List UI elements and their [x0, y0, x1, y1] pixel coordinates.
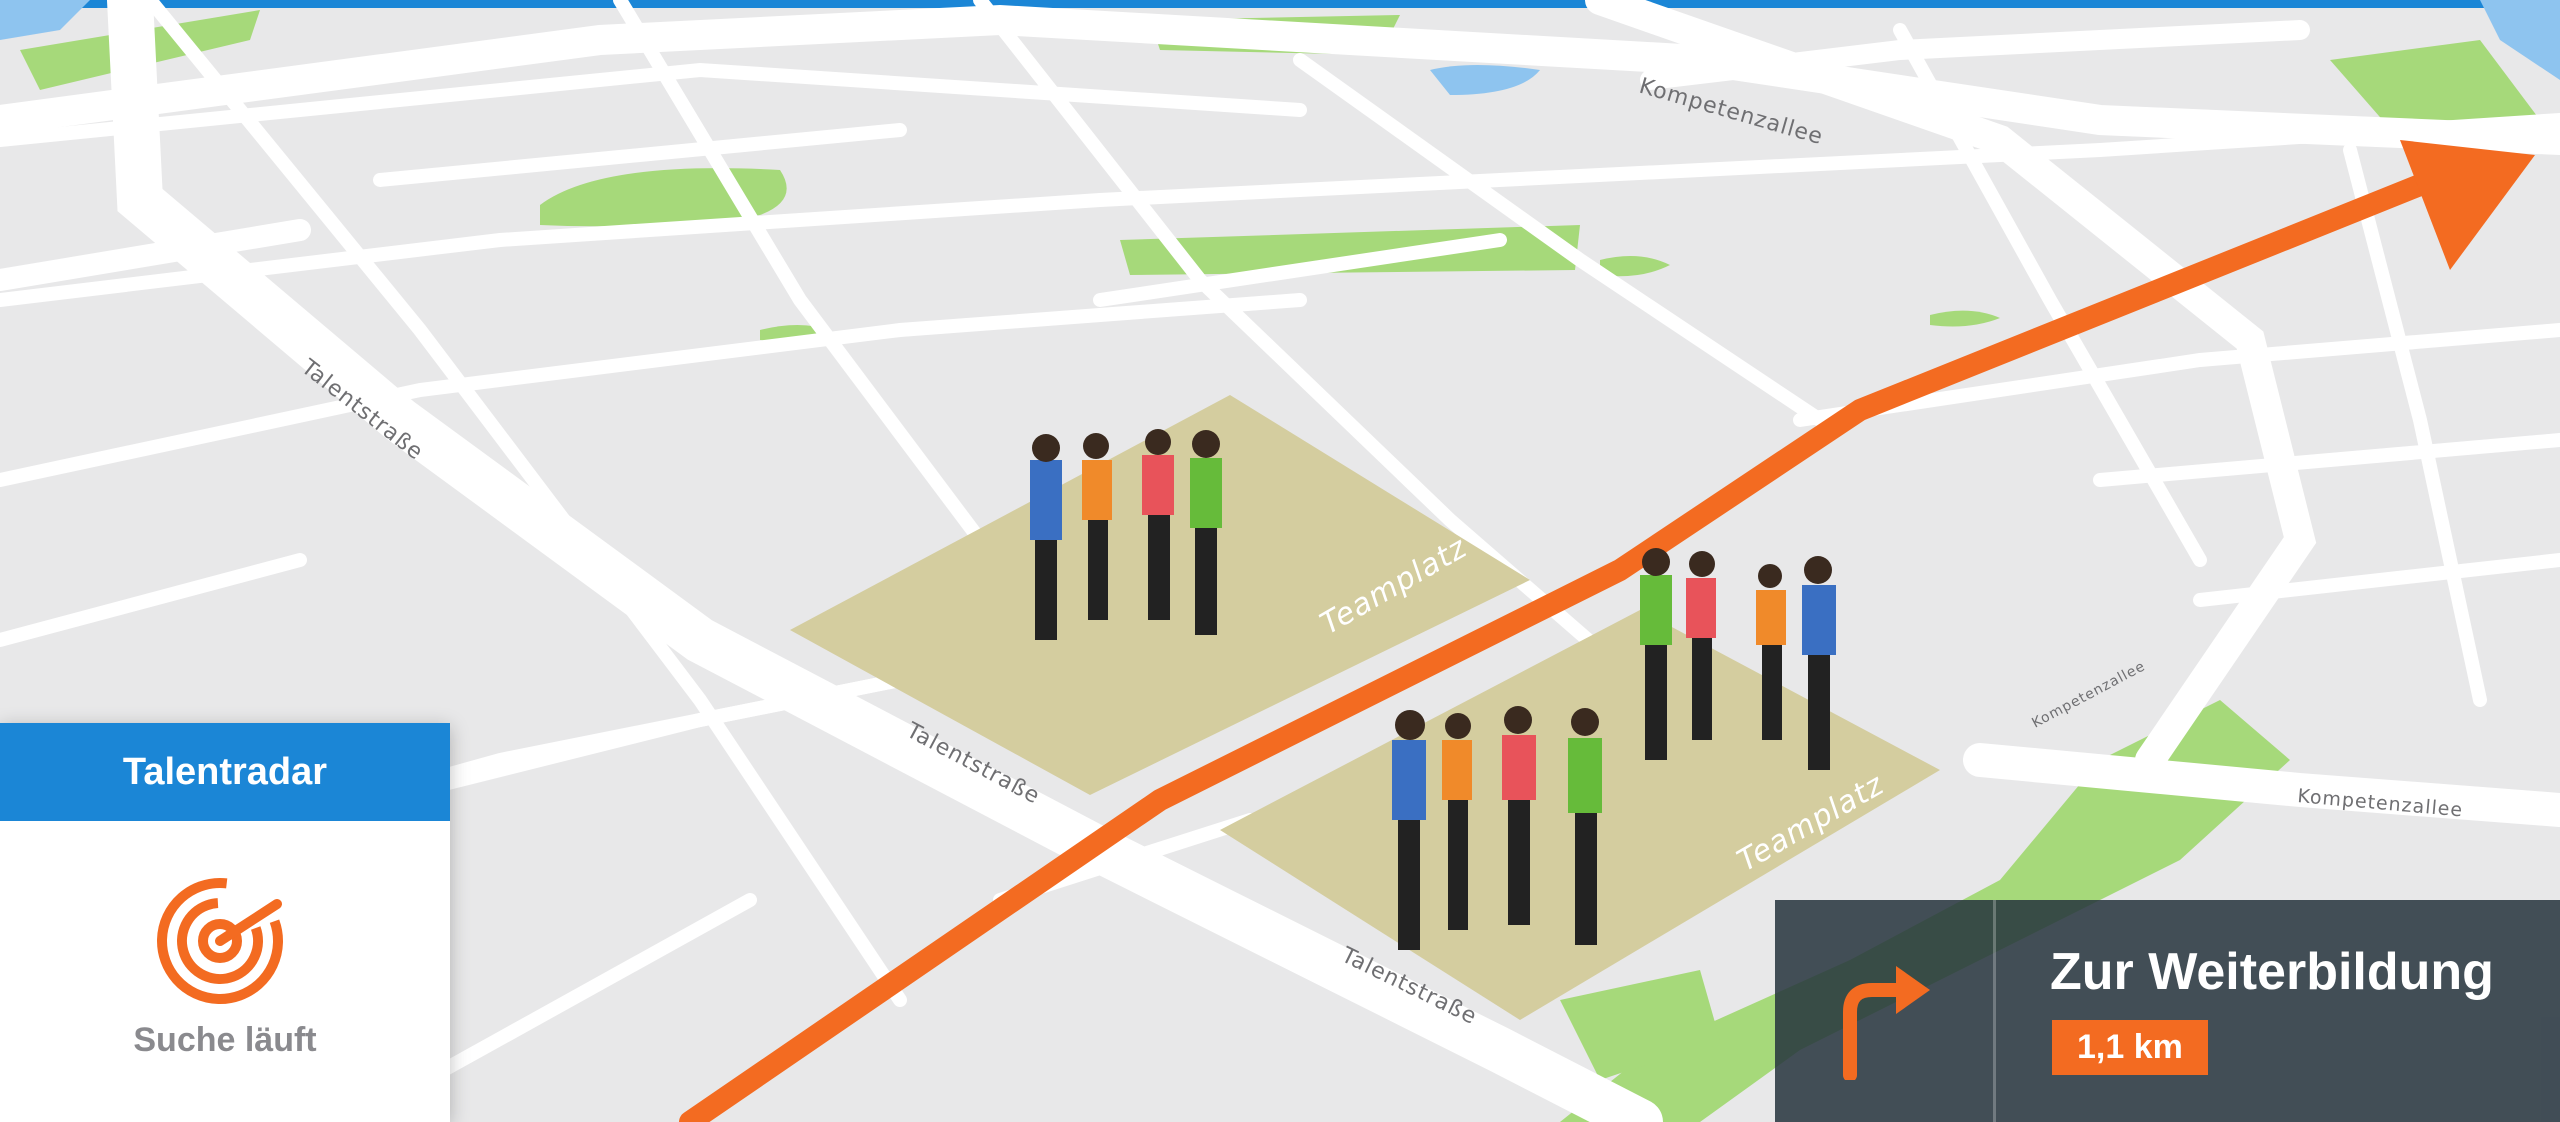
talentradar-body: Suche läuft: [0, 821, 450, 1122]
turn-indicator: [1775, 900, 1996, 1122]
talentradar-card[interactable]: Talentradar Suche läuft: [0, 723, 450, 1122]
distance-badge: 1,1 km: [2052, 1020, 2208, 1075]
navigation-panel[interactable]: Zur Weiterbildung 1,1 km: [1775, 900, 2560, 1122]
talentradar-title: Talentradar: [0, 723, 450, 821]
radar-icon: [157, 878, 283, 1004]
destination-label: Zur Weiterbildung: [2050, 943, 2494, 1001]
search-status: Suche läuft: [133, 1021, 317, 1059]
turn-right-arrow-icon: [1843, 966, 1930, 1080]
